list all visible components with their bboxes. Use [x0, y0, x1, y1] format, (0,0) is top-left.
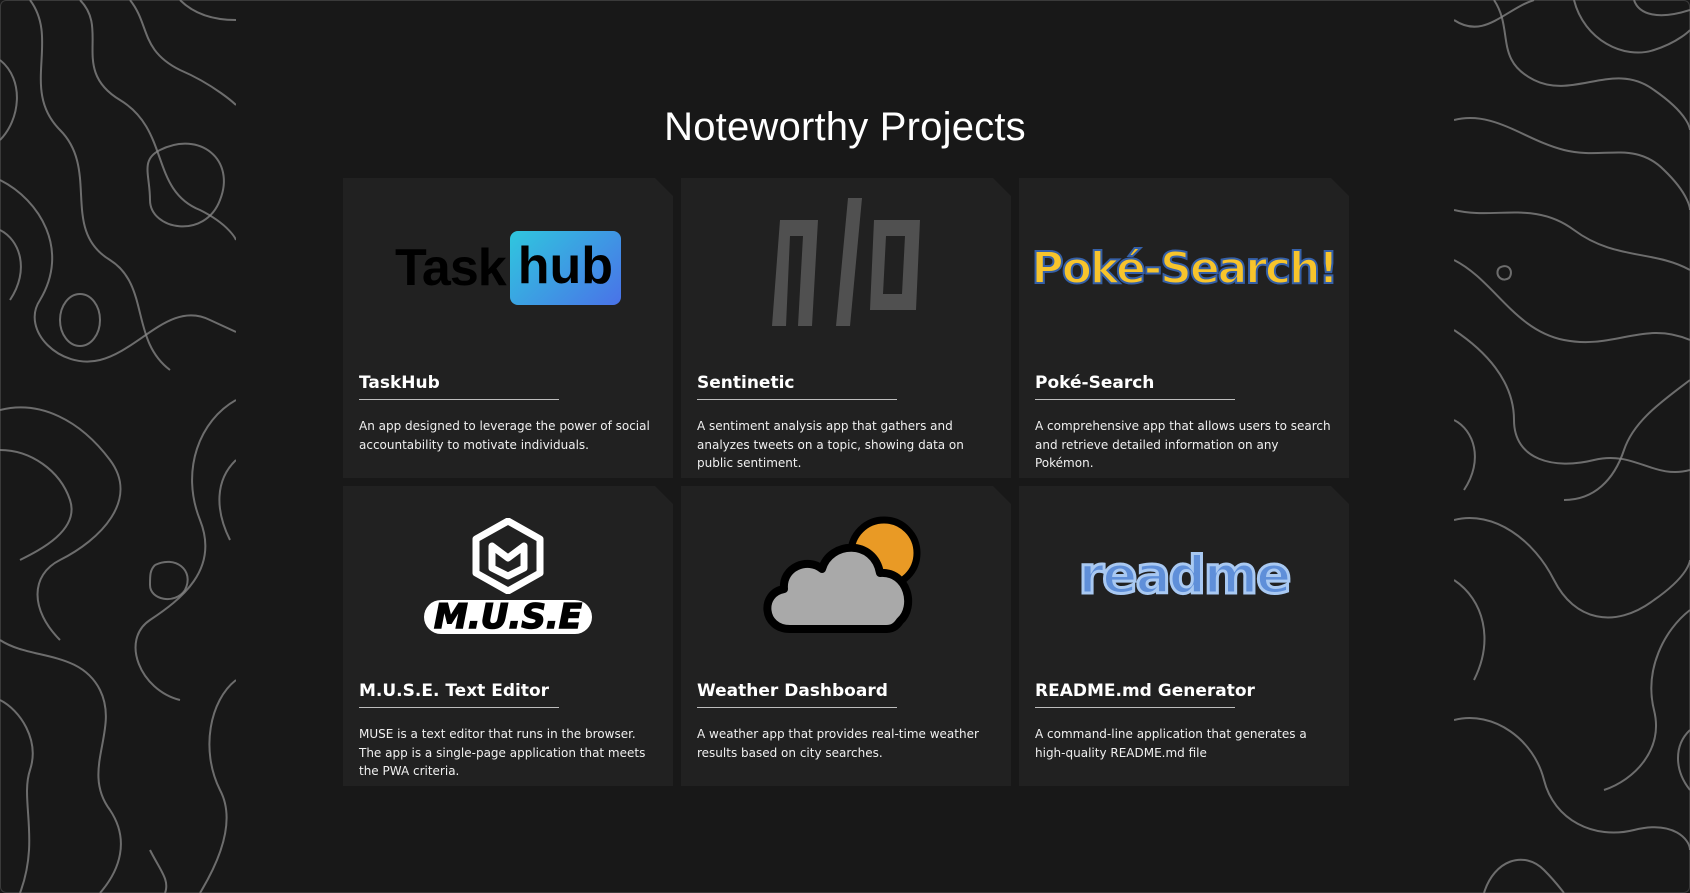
project-description: An app designed to leverage the power of…	[359, 419, 650, 452]
title-divider	[697, 399, 897, 400]
project-title: README.md Generator	[1035, 681, 1255, 701]
project-description: A command-line application that generate…	[1035, 727, 1307, 760]
na-placeholder-icon	[772, 198, 920, 326]
project-title: Weather Dashboard	[697, 681, 888, 701]
page-title: Noteworthy Projects	[664, 104, 1026, 149]
project-card-muse[interactable]: M.U.S.E M.U.S.E. Text Editor MUSE is a t…	[343, 486, 673, 786]
poke-search-logo-text: Poké-Search!	[1030, 242, 1339, 295]
title-divider	[1035, 707, 1235, 708]
project-title: TaskHub	[359, 373, 440, 393]
project-description: A comprehensive app that allows users to…	[1035, 419, 1331, 470]
project-card-weather-dashboard[interactable]: Weather Dashboard A weather app that pro…	[681, 486, 1011, 786]
taskhub-logo-hub: hub	[509, 231, 621, 305]
project-description: A sentiment analysis app that gathers an…	[697, 419, 964, 470]
project-title: M.U.S.E. Text Editor	[359, 681, 550, 701]
na-placeholder-logo	[681, 178, 1011, 358]
project-description: MUSE is a text editor that runs in the b…	[359, 727, 646, 778]
poke-search-logo: Poké-Search!	[1019, 178, 1349, 358]
title-divider	[359, 707, 559, 708]
title-divider	[697, 707, 897, 708]
taskhub-logo-task: Task	[395, 239, 507, 297]
project-title: Poké-Search	[1035, 373, 1155, 393]
project-card-taskhub[interactable]: Task hub TaskHub An app designed to leve…	[343, 178, 673, 478]
readme-logo-text: readme	[1077, 545, 1293, 608]
project-description: A weather app that provides real-time we…	[697, 727, 979, 760]
project-card-poke-search[interactable]: Poké-Search! Poké-Search A comprehensive…	[1019, 178, 1349, 478]
cloud-sun-icon	[763, 516, 921, 633]
muse-logo-text: M.U.S.E	[424, 599, 592, 635]
readme-logo: readme	[1019, 486, 1349, 666]
muse-logo: M.U.S.E	[343, 486, 673, 666]
project-title: Sentinetic	[697, 373, 795, 393]
project-card-readme-generator[interactable]: readme README.md Generator A command-lin…	[1019, 486, 1349, 786]
weather-logo	[681, 486, 1011, 666]
projects-grid: Task hub TaskHub An app designed to leve…	[343, 178, 1349, 786]
title-divider	[1035, 399, 1235, 400]
taskhub-logo: Task hub	[343, 178, 673, 358]
muse-hexagon-icon	[472, 518, 544, 594]
title-divider	[359, 399, 559, 400]
project-card-sentinetic[interactable]: Sentinetic A sentiment analysis app that…	[681, 178, 1011, 478]
